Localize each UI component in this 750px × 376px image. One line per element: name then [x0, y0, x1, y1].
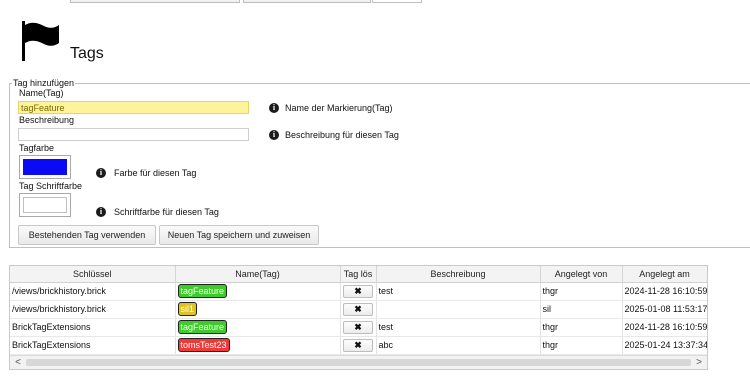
column-header-created-by[interactable]: Angelegt von: [540, 266, 623, 283]
save-new-tag-button[interactable]: Neuen Tag speichern und zuweisen: [159, 225, 319, 245]
scroll-left-arrow[interactable]: <: [11, 356, 25, 369]
top-tab[interactable]: [70, 0, 240, 3]
tag-color-hint: Farbe für diesen Tag: [114, 168, 197, 178]
row-created-by: sil: [540, 300, 623, 319]
tags-table: Schlüssel Name(Tag) Tag lös Beschreibung…: [10, 266, 707, 355]
remove-tag-button[interactable]: ✖: [343, 338, 373, 352]
top-tab[interactable]: [243, 0, 371, 3]
row-description: test: [376, 318, 541, 337]
description-input[interactable]: [18, 128, 249, 141]
tag-color-swatch: [23, 159, 67, 175]
scrollbar-thumb[interactable]: [26, 359, 691, 366]
column-header-remove[interactable]: Tag lös: [340, 266, 377, 283]
horizontal-scrollbar[interactable]: < >: [10, 355, 707, 369]
name-hint: Name der Markierung(Tag): [285, 103, 393, 113]
font-color-hint: Schriftfarbe für diesen Tag: [114, 207, 219, 217]
tags-table-container: Schlüssel Name(Tag) Tag lös Beschreibung…: [9, 265, 708, 370]
page-title: Tags: [70, 45, 104, 62]
table-row[interactable]: /views/brickhistory.brick tagFeature ✖ t…: [10, 282, 707, 301]
tag-name-input[interactable]: [18, 101, 249, 114]
row-description: [376, 300, 541, 319]
info-icon: i: [269, 103, 279, 113]
row-created-at: 2024-11-28 16:10:59: [622, 282, 707, 301]
row-created-at: 2025-01-24 13:37:34: [622, 336, 707, 355]
table-row[interactable]: BrickTagExtensions tagFeature ✖ test thg…: [10, 318, 707, 337]
tag-pill[interactable]: sil1: [177, 302, 198, 316]
row-key: /views/brickhistory.brick: [10, 282, 176, 301]
flag-icon: [22, 21, 59, 61]
font-color-swatch: [23, 197, 67, 213]
row-created-by: thgr: [540, 282, 623, 301]
column-header-name[interactable]: Name(Tag): [175, 266, 341, 283]
column-header-key[interactable]: Schlüssel: [10, 266, 176, 283]
row-created-by: thgr: [540, 318, 623, 337]
description-hint: Beschreibung für diesen Tag: [285, 130, 399, 140]
table-row[interactable]: BrickTagExtensions tomsTest23 ✖ abc thgr…: [10, 336, 707, 355]
info-icon: i: [269, 130, 279, 140]
remove-tag-button[interactable]: ✖: [343, 302, 373, 316]
name-label: Name(Tag): [19, 88, 64, 98]
use-existing-tag-button[interactable]: Bestehenden Tag verwenden: [18, 225, 156, 245]
tag-pill[interactable]: tagFeature: [177, 284, 228, 298]
table-header-row: Schlüssel Name(Tag) Tag lös Beschreibung…: [10, 266, 707, 283]
info-icon: i: [96, 168, 106, 178]
column-header-created-at[interactable]: Angelegt am: [622, 266, 707, 283]
row-key: BrickTagExtensions: [10, 318, 176, 337]
table-row[interactable]: /views/brickhistory.brick sil1 ✖ sil 202…: [10, 300, 707, 319]
top-tab-active[interactable]: [372, 0, 422, 3]
row-key: BrickTagExtensions: [10, 336, 176, 355]
remove-tag-button[interactable]: ✖: [343, 284, 373, 298]
scroll-right-arrow[interactable]: >: [692, 356, 706, 369]
description-label: Beschreibung: [19, 115, 75, 125]
tag-pill[interactable]: tagFeature: [177, 320, 228, 334]
tag-add-legend: Tag hinzufügen: [13, 78, 75, 88]
remove-tag-button[interactable]: ✖: [343, 320, 373, 334]
row-description: abc: [376, 336, 541, 355]
font-color-picker[interactable]: [19, 193, 71, 217]
row-key: /views/brickhistory.brick: [10, 300, 176, 319]
top-tab-strip: [0, 0, 750, 3]
font-color-label: Tag Schriftfarbe: [19, 181, 83, 191]
row-description: test: [376, 282, 541, 301]
row-created-at: 2024-11-28 16:10:59: [622, 318, 707, 337]
column-header-description[interactable]: Beschreibung: [376, 266, 541, 283]
tag-pill[interactable]: tomsTest23: [177, 338, 230, 352]
info-icon: i: [96, 207, 106, 217]
tag-color-label: Tagfarbe: [19, 143, 55, 153]
row-created-at: 2025-01-08 11:53:17: [622, 300, 707, 319]
tag-color-picker[interactable]: [19, 155, 71, 179]
row-created-by: thgr: [540, 336, 623, 355]
